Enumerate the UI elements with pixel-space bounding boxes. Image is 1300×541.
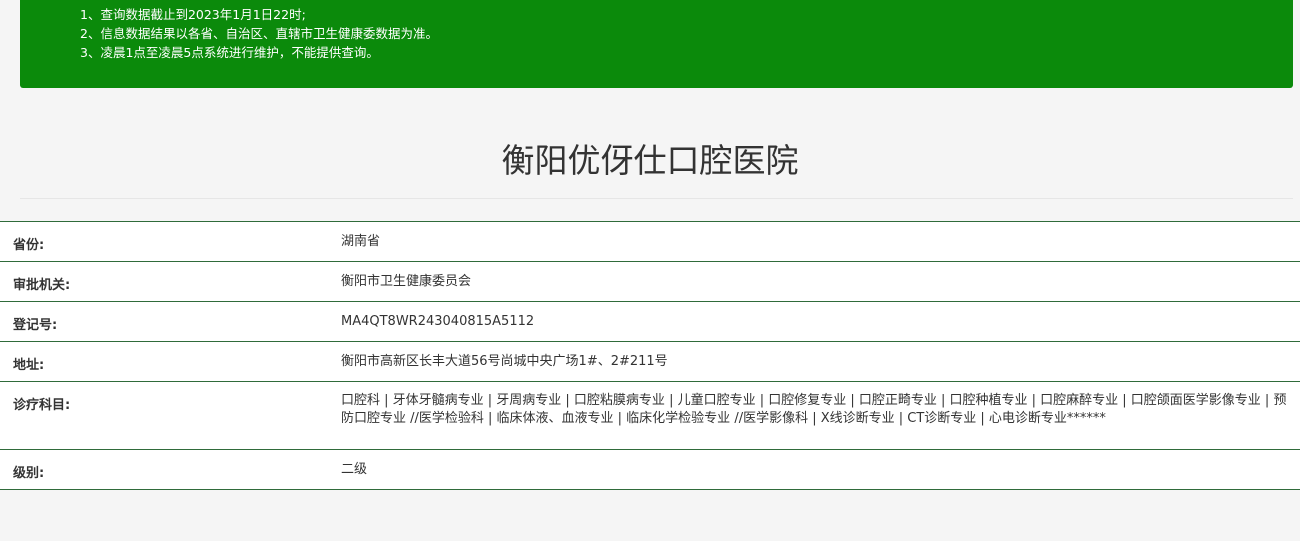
table-row-approval-authority: 审批机关: 衡阳市卫生健康委员会 — [0, 262, 1300, 302]
row-label: 登记号: — [13, 318, 58, 333]
row-label: 诊疗科目: — [13, 398, 71, 413]
page-title: 衡阳优伢仕口腔医院 — [501, 141, 799, 180]
row-label: 地址: — [13, 358, 45, 373]
row-value: 衡阳市卫生健康委员会 — [341, 274, 472, 289]
row-label: 省份: — [13, 238, 45, 253]
table-row-address: 地址: 衡阳市高新区长丰大道56号尚城中央广场1#、2#211号 — [0, 342, 1300, 382]
notice-line-1: 1、查询数据截止到2023年1月1日22时; — [80, 7, 306, 22]
hospital-info-table: 省份: 湖南省 审批机关: 衡阳市卫生健康委员会 登记号: MA4QT8WR24… — [0, 221, 1300, 490]
notice-banner: 1、查询数据截止到2023年1月1日22时; 2、信息数据结果以各省、自治区、直… — [20, 0, 1293, 88]
row-value: 口腔科 | 牙体牙髓病专业 | 牙周病专业 | 口腔粘膜病专业 | 儿童口腔专业… — [341, 393, 1287, 426]
table-row-registration-number: 登记号: MA4QT8WR243040815A5112 — [0, 302, 1300, 342]
table-row-level: 级别: 二级 — [0, 450, 1300, 490]
table-row-province: 省份: 湖南省 — [0, 222, 1300, 262]
table-row-departments: 诊疗科目: 口腔科 | 牙体牙髓病专业 | 牙周病专业 | 口腔粘膜病专业 | … — [0, 382, 1300, 450]
row-value: MA4QT8WR243040815A5112 — [341, 314, 535, 329]
row-label: 审批机关: — [13, 278, 71, 293]
notice-line-3: 3、凌晨1点至凌晨5点系统进行维护，不能提供查询。 — [80, 45, 379, 60]
row-value: 湖南省 — [341, 234, 381, 249]
title-divider — [20, 198, 1293, 199]
notice-line-2: 2、信息数据结果以各省、自治区、直辖市卫生健康委数据为准。 — [80, 26, 438, 41]
row-value: 衡阳市高新区长丰大道56号尚城中央广场1#、2#211号 — [341, 354, 668, 369]
row-value: 二级 — [341, 462, 368, 477]
row-label: 级别: — [13, 466, 45, 481]
